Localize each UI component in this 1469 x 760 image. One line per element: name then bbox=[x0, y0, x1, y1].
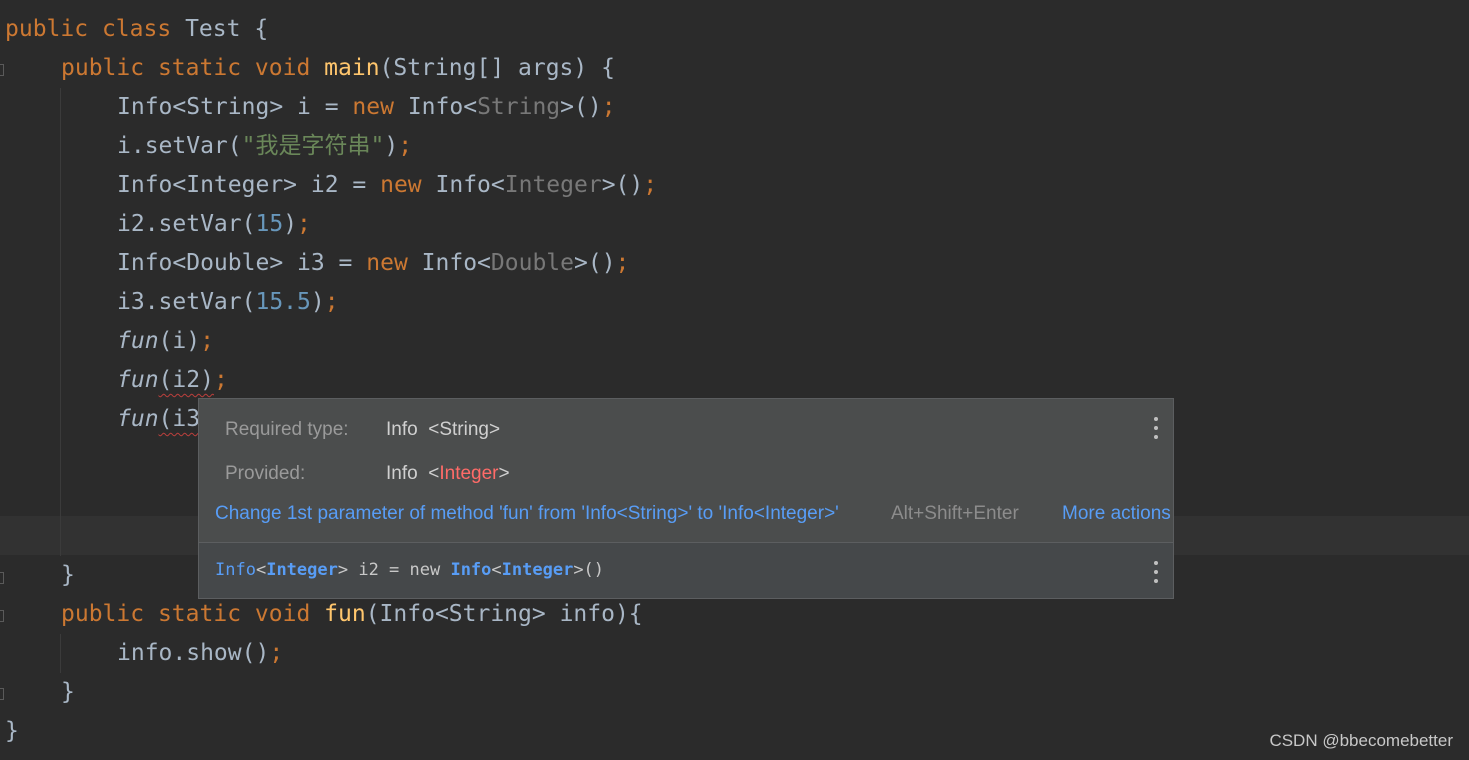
fold-marker-icon[interactable] bbox=[0, 688, 4, 700]
watermark: CSDN @bbecomebetter bbox=[1269, 731, 1453, 750]
required-type-label: Required type: bbox=[225, 419, 349, 440]
code-line-6[interactable]: i2.setVar(15); bbox=[117, 205, 311, 244]
provided-type-mismatch: Integer bbox=[439, 463, 499, 484]
code-line-3[interactable]: Info<String> i = new Info<String>(); bbox=[117, 88, 616, 127]
quick-fix-link[interactable]: Change 1st parameter of method 'fun' fro… bbox=[215, 503, 839, 525]
more-options-icon[interactable] bbox=[1153, 417, 1159, 439]
required-type-value: Info <String> bbox=[386, 419, 501, 440]
fold-marker-icon[interactable] bbox=[0, 64, 4, 76]
provided-type-value: Info <Integer> bbox=[386, 463, 510, 484]
declaration-code[interactable]: Info<Integer> i2 = new Info<Integer>() bbox=[215, 560, 604, 580]
more-options-icon[interactable] bbox=[1153, 561, 1159, 583]
error-tooltip-popup: Required type: Info <String> Provided: I… bbox=[198, 398, 1174, 599]
code-line-12[interactable]: } bbox=[61, 556, 75, 595]
code-line-15[interactable]: } bbox=[61, 673, 75, 712]
code-line-14[interactable]: info.show(); bbox=[117, 634, 283, 673]
code-line-8[interactable]: i3.setVar(15.5); bbox=[117, 283, 339, 322]
fold-marker-icon[interactable] bbox=[0, 610, 4, 622]
code-line-5[interactable]: Info<Integer> i2 = new Info<Integer>(); bbox=[117, 166, 657, 205]
fold-marker-icon[interactable] bbox=[0, 572, 4, 584]
provided-type-label: Provided: bbox=[225, 463, 306, 484]
code-editor[interactable]: public class Test { public static void m… bbox=[0, 0, 1469, 760]
indent-guide bbox=[60, 88, 61, 556]
indent-guide bbox=[60, 634, 61, 673]
code-line-1[interactable]: public class Test { bbox=[5, 10, 268, 49]
error-squiggle[interactable]: (i2) bbox=[159, 367, 214, 393]
code-line-9[interactable]: fun(i); bbox=[117, 322, 214, 361]
code-line-13[interactable]: public static void fun(Info<String> info… bbox=[61, 595, 643, 634]
quick-fix-shortcut: Alt+Shift+Enter bbox=[891, 503, 1019, 524]
code-line-4[interactable]: i.setVar("我是字符串"); bbox=[117, 127, 412, 166]
declaration-preview: Info<Integer> i2 = new Info<Integer>() bbox=[199, 543, 1173, 598]
more-actions-link[interactable]: More actions bbox=[1062, 503, 1171, 525]
code-line-7[interactable]: Info<Double> i3 = new Info<Double>(); bbox=[117, 244, 629, 283]
code-line-10[interactable]: fun(i2); bbox=[117, 361, 228, 400]
code-line-16[interactable]: } bbox=[5, 712, 19, 751]
code-line-2[interactable]: public static void main(String[] args) { bbox=[61, 49, 615, 88]
error-squiggle[interactable]: (i3 bbox=[159, 406, 201, 432]
code-line-11[interactable]: fun(i3 bbox=[117, 400, 200, 439]
